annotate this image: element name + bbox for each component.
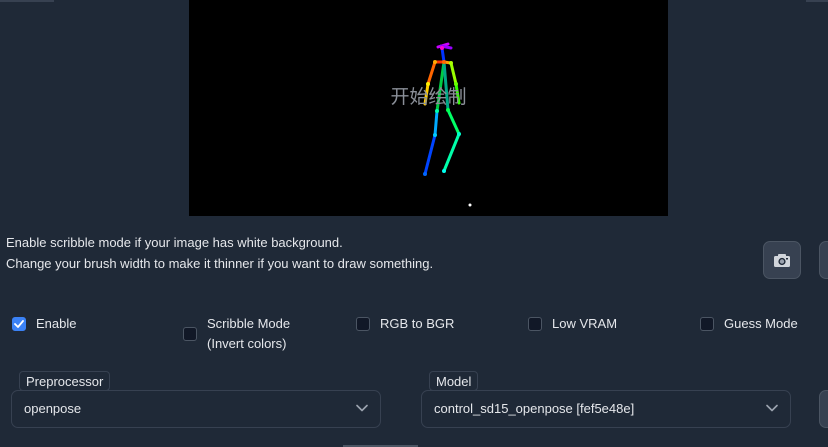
low-vram-checkbox-box[interactable] bbox=[528, 317, 542, 331]
scribble-info: Enable scribble mode if your image has w… bbox=[6, 233, 433, 274]
model-dropdown[interactable]: control_sd15_openpose [fef5e48e] bbox=[421, 390, 791, 428]
scribble-mode-checkbox[interactable]: Scribble Mode (Invert colors) bbox=[183, 316, 290, 354]
top-panel-edge bbox=[0, 0, 54, 2]
preprocessor-label: Preprocessor bbox=[19, 371, 111, 391]
pose-skeleton bbox=[423, 42, 472, 207]
edge-button-top[interactable] bbox=[819, 241, 828, 279]
scribble-mode-label: Scribble Mode (Invert colors) bbox=[207, 316, 291, 351]
info-line-2: Change your brush width to make it thinn… bbox=[6, 255, 434, 271]
refresh-models-button[interactable] bbox=[819, 390, 828, 428]
preprocessor-dropdown[interactable]: openpose bbox=[11, 390, 381, 428]
enable-checkbox[interactable]: Enable bbox=[12, 316, 77, 334]
drawing-canvas[interactable]: 开始绘制 bbox=[189, 0, 668, 216]
top-panel-edge-right bbox=[806, 0, 828, 2]
rgb-to-bgr-checkbox[interactable]: RGB to BGR bbox=[356, 316, 455, 334]
enable-label: Enable bbox=[36, 316, 77, 331]
brush-cursor bbox=[468, 203, 472, 207]
enable-checkbox-box[interactable] bbox=[12, 317, 26, 331]
low-vram-label: Low VRAM bbox=[552, 316, 618, 331]
preprocessor-value: openpose bbox=[24, 401, 82, 416]
chevron-down-icon bbox=[766, 404, 778, 412]
rgb-to-bgr-label: RGB to BGR bbox=[380, 316, 455, 331]
chevron-down-icon bbox=[356, 404, 368, 412]
low-vram-checkbox[interactable]: Low VRAM bbox=[528, 316, 618, 334]
guess-mode-checkbox-box[interactable] bbox=[700, 317, 714, 331]
camera-icon bbox=[774, 254, 790, 267]
model-label: Model bbox=[429, 371, 479, 391]
camera-button[interactable] bbox=[763, 241, 801, 279]
checkmark-icon bbox=[14, 320, 24, 328]
rgb-to-bgr-checkbox-box[interactable] bbox=[356, 317, 370, 331]
info-line-1: Enable scribble mode if your image has w… bbox=[6, 235, 343, 250]
model-value: control_sd15_openpose [fef5e48e] bbox=[434, 401, 635, 416]
guess-mode-checkbox[interactable]: Guess Mode bbox=[700, 316, 798, 334]
guess-mode-label: Guess Mode bbox=[724, 316, 798, 331]
scribble-mode-checkbox-box[interactable] bbox=[183, 327, 197, 341]
